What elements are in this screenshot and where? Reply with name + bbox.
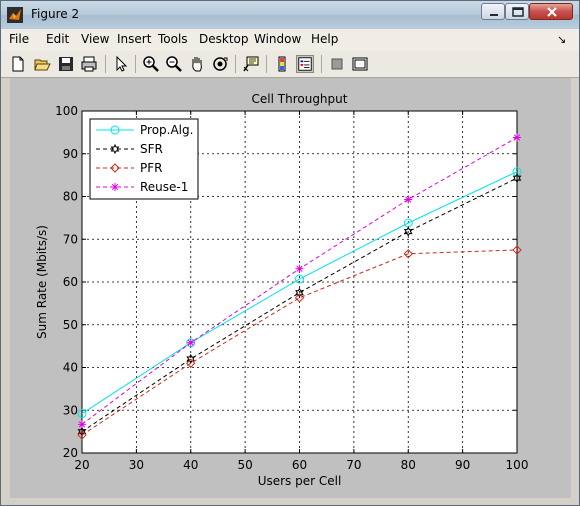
x-tick-label: 40 — [183, 458, 198, 472]
legend-label: Reuse-1 — [140, 180, 188, 194]
plot-svg: 20 30 40 50 60 70 80 90 100 20 30 40 50 60 70 80 90 100 Ce… — [35, 92, 529, 488]
y-tick-label: 20 — [63, 446, 78, 460]
minimize-button[interactable] — [481, 3, 505, 20]
menu-window[interactable]: Window — [254, 32, 301, 46]
x-tick-label: 90 — [455, 458, 470, 472]
rotate-3d-icon[interactable] — [211, 55, 229, 73]
legend-label: PFR — [140, 161, 162, 175]
zoom-out-icon[interactable] — [165, 55, 183, 73]
legend-icon — [298, 57, 312, 71]
colorbar-icon[interactable] — [273, 55, 291, 73]
x-tick-label: 70 — [346, 458, 361, 472]
matlab-logo-icon — [7, 7, 23, 23]
figure-canvas[interactable]: 20 30 40 50 60 70 80 90 100 20 30 40 50 60 70 80 90 100 Ce… — [10, 78, 571, 498]
x-tick-label: 20 — [74, 458, 89, 472]
menu-file[interactable]: File — [9, 32, 29, 46]
y-axis-label: Sum Rate (Mbits/s) — [35, 225, 49, 339]
pan-hand-icon[interactable] — [188, 55, 206, 73]
toolbar-separator — [235, 55, 236, 73]
new-figure-icon[interactable] — [9, 55, 27, 73]
window-title: Figure 2 — [31, 7, 80, 21]
x-tick-label: 30 — [129, 458, 144, 472]
chart-title: Cell Throughput — [252, 92, 348, 106]
y-tick-label: 60 — [63, 275, 78, 289]
data-cursor-icon[interactable] — [242, 55, 260, 73]
menu-help[interactable]: Help — [311, 32, 338, 46]
legend-marker — [111, 183, 119, 191]
y-tick-label: 100 — [55, 104, 78, 118]
x-tick-label: 100 — [506, 458, 529, 472]
print-icon[interactable] — [80, 55, 98, 73]
x-tick-label: 80 — [401, 458, 416, 472]
maximize-icon — [512, 7, 524, 17]
menu-bar: File Edit View Insert Tools Desktop Wind… — [1, 29, 579, 51]
close-icon — [547, 7, 557, 17]
data-point-marker — [186, 338, 195, 347]
legend-button[interactable] — [296, 55, 314, 73]
edit-plot-arrow-icon[interactable] — [112, 55, 130, 73]
toolbar-separator — [321, 55, 322, 73]
close-button[interactable] — [529, 3, 573, 20]
menu-desktop[interactable]: Desktop — [199, 32, 249, 46]
toolbar-separator — [135, 55, 136, 73]
maximize-button[interactable] — [505, 3, 529, 20]
zoom-in-icon[interactable] — [142, 55, 160, 73]
y-tick-label: 80 — [63, 190, 78, 204]
menu-view[interactable]: View — [81, 32, 109, 46]
x-axis-label: Users per Cell — [258, 474, 342, 488]
data-point-marker — [295, 264, 304, 273]
menu-insert[interactable]: Insert — [117, 32, 151, 46]
title-bar[interactable]: Figure 2 — [1, 1, 579, 29]
data-point-marker — [78, 420, 86, 429]
show-plot-tools-icon[interactable] — [351, 55, 369, 73]
x-tick-label: 60 — [292, 458, 307, 472]
y-tick-label: 40 — [63, 361, 78, 375]
toolbar-separator — [105, 55, 106, 73]
x-tick-label: 50 — [237, 458, 252, 472]
figure-window: Figure 2 File Edit View Insert Tools Des… — [0, 0, 580, 506]
y-tick-label: 70 — [63, 232, 78, 246]
figure-toolbar — [1, 51, 579, 78]
y-tick-label: 90 — [63, 147, 78, 161]
legend-label: Prop.Alg. — [140, 123, 193, 137]
toolbar-separator — [266, 55, 267, 73]
open-file-icon[interactable] — [33, 55, 51, 73]
menu-dock-arrow-icon[interactable]: ↘ — [557, 33, 566, 46]
minimize-icon — [490, 14, 498, 16]
y-tick-label: 50 — [63, 318, 78, 332]
menu-tools[interactable]: Tools — [158, 32, 188, 46]
hide-plot-tools-icon[interactable] — [328, 55, 346, 73]
y-tick-label: 30 — [63, 403, 78, 417]
menu-edit[interactable]: Edit — [46, 32, 69, 46]
save-icon[interactable] — [57, 55, 75, 73]
legend-label: SFR — [140, 142, 163, 156]
